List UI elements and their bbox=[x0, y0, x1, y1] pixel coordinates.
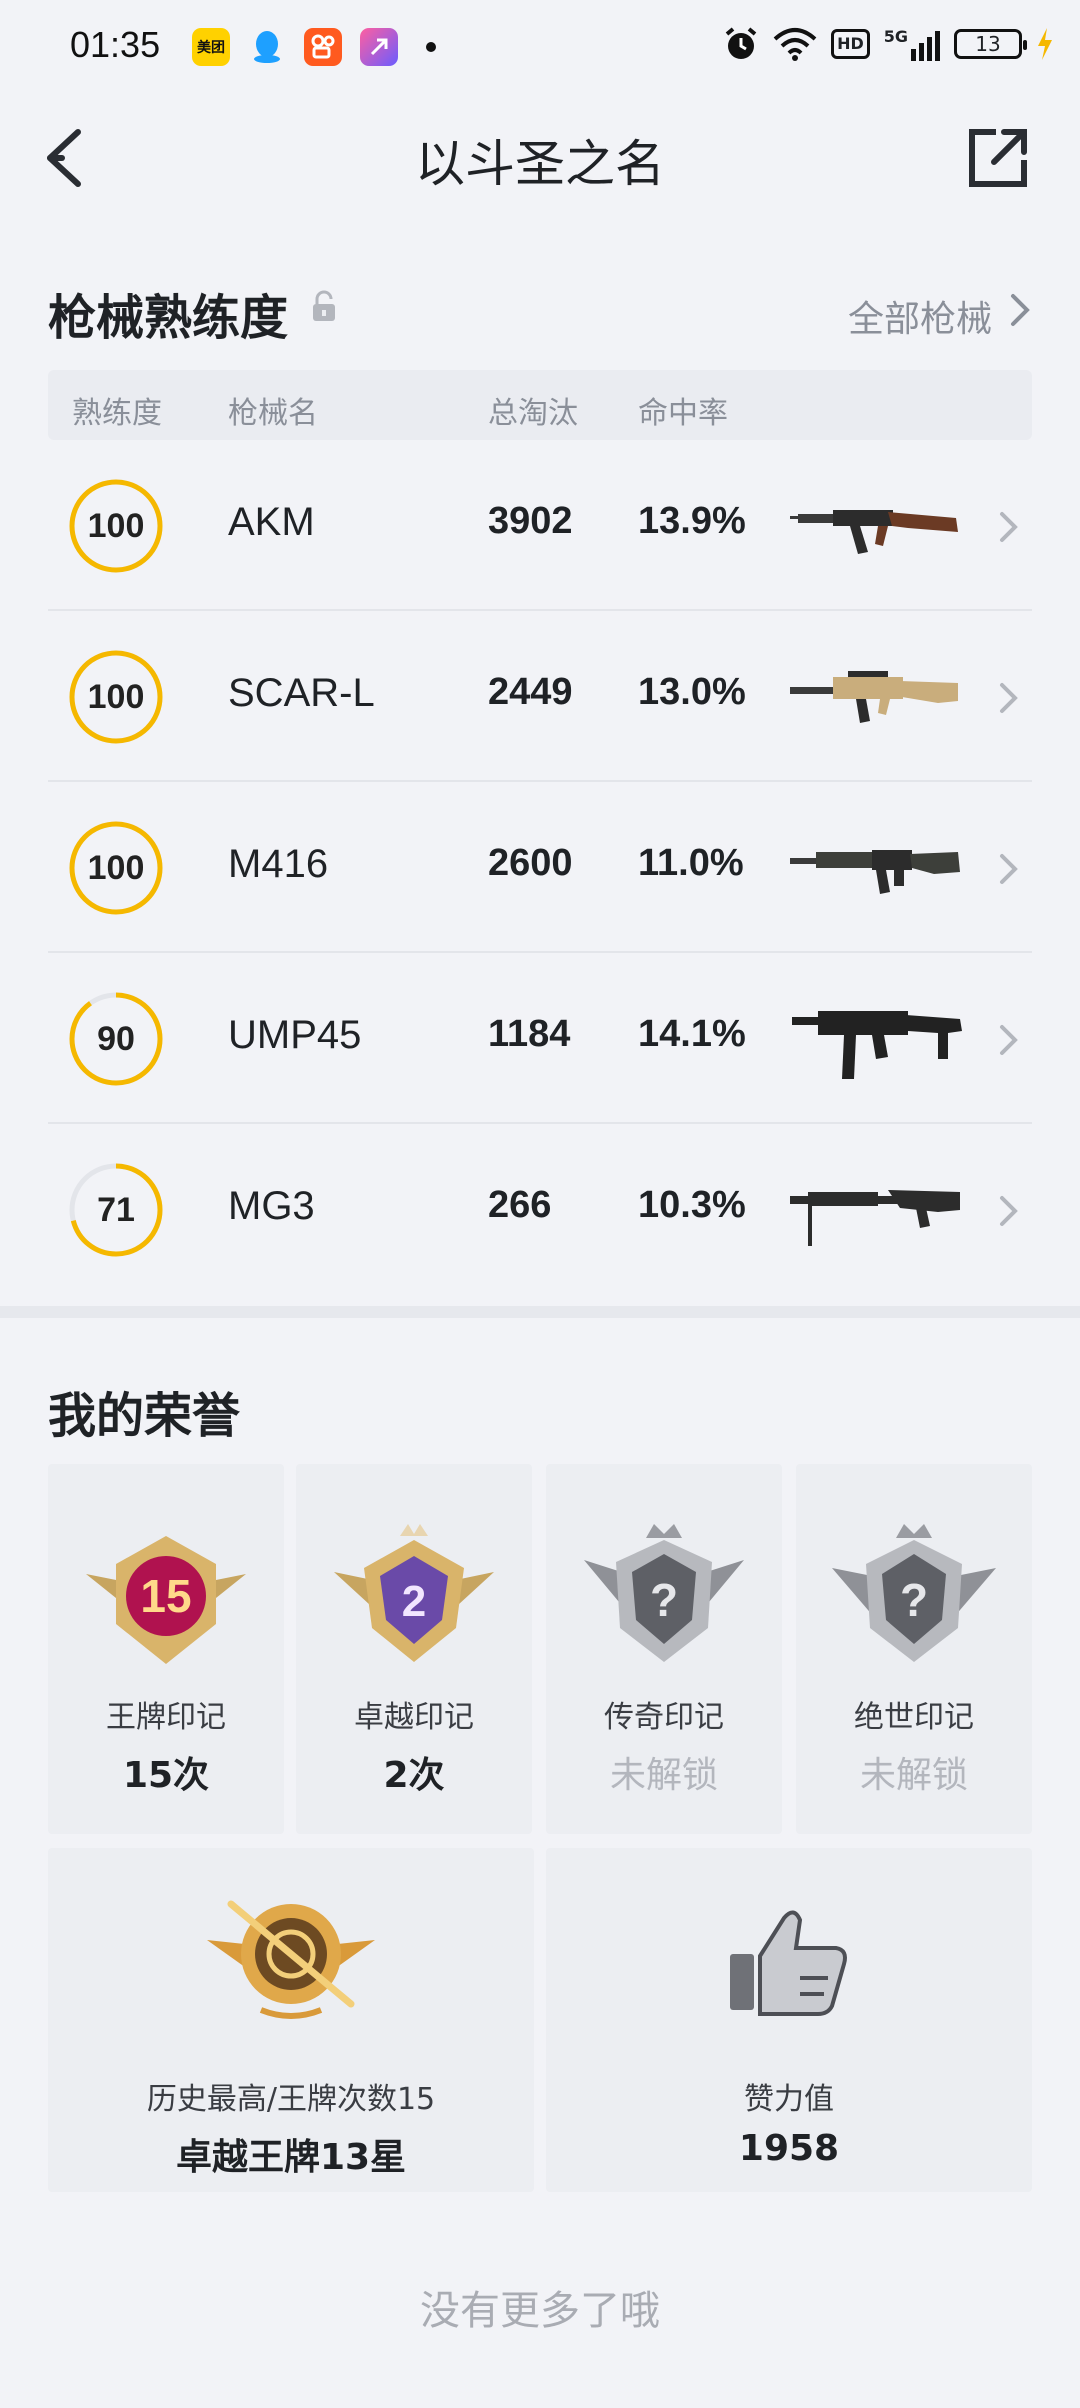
proficiency-value: 100 bbox=[87, 507, 145, 545]
weapon-name: SCAR-L bbox=[228, 671, 375, 715]
honor-card-ace[interactable]: 15 王牌印记 15次 bbox=[48, 1464, 284, 1834]
nav-header: 以斗圣之名 bbox=[0, 96, 1080, 226]
honor-card-peerless[interactable]: ? 绝世印记 未解锁 bbox=[796, 1464, 1032, 1834]
share-icon[interactable] bbox=[966, 126, 1030, 190]
honor-label: 绝世印记 bbox=[854, 1700, 974, 1735]
weapon-hit-rate: 11.0% bbox=[638, 842, 744, 884]
akm-gun-image bbox=[790, 510, 958, 554]
scar-l-gun-image bbox=[790, 671, 958, 723]
battery-indicator: 13 bbox=[954, 29, 1027, 59]
all-weapons-link[interactable]: 全部枪械 bbox=[848, 290, 992, 342]
weapon-table-header: 熟练度 枪械名 总淘汰 命中率 bbox=[48, 370, 1032, 440]
badge-text: ? bbox=[650, 1574, 678, 1626]
chevron-right-icon[interactable] bbox=[998, 1194, 1020, 1228]
weapon-section-title: 枪械熟练度 bbox=[48, 290, 289, 346]
column-weapon-name: 枪械名 bbox=[228, 396, 318, 431]
meituan-app-icon: 美团 bbox=[192, 28, 230, 66]
honor-card-highest-rank[interactable]: 历史最高/王牌次数15 卓越王牌13星 bbox=[48, 1848, 534, 2192]
shortcut-app-icon bbox=[360, 28, 398, 66]
no-more-text: 没有更多了哦 bbox=[420, 2288, 660, 2334]
page: 01:35 美团 HD 5G 13 以斗圣之名 枪械熟练度 全部枪械 熟练度 枪… bbox=[0, 0, 1080, 2408]
honor-label: 卓越印记 bbox=[354, 1700, 474, 1735]
weapon-kills: 2600 bbox=[488, 842, 573, 884]
weapon-row-scar-l[interactable]: 100 SCAR-L 2449 13.0% bbox=[48, 611, 1032, 782]
kuaishou-app-icon bbox=[304, 28, 342, 66]
alarm-icon bbox=[725, 27, 757, 59]
charging-icon bbox=[1038, 28, 1052, 60]
status-right: HD 5G 13 bbox=[723, 26, 1054, 62]
status-bar: 01:35 美团 HD 5G 13 bbox=[0, 0, 1080, 96]
weapon-name: UMP45 bbox=[228, 1013, 362, 1057]
page-title: 以斗圣之名 bbox=[415, 135, 665, 193]
honor-value: 卓越王牌13星 bbox=[175, 2137, 407, 2178]
honor-card-likes[interactable]: 赞力值 1958 bbox=[546, 1848, 1032, 2192]
honor-value: 未解锁 bbox=[859, 1755, 968, 1796]
thumbs-up-icon bbox=[730, 1910, 847, 2016]
column-total-kills: 总淘汰 bbox=[488, 396, 578, 431]
ump45-gun-image bbox=[792, 1011, 962, 1079]
mg3-gun-image bbox=[790, 1190, 960, 1246]
weapon-row-akm[interactable]: 100 AKM 3902 13.9% bbox=[48, 440, 1032, 611]
signal-icon: 5G bbox=[884, 27, 940, 61]
weapon-kills: 3902 bbox=[488, 500, 573, 542]
weapon-row-mg3[interactable]: 71 MG3 266 10.3% bbox=[48, 1124, 1032, 1295]
excellence-mark-badge-icon: 2 bbox=[334, 1524, 494, 1662]
weapon-kills: 2449 bbox=[488, 671, 573, 713]
honor-card-excellence[interactable]: 2 卓越印记 2次 bbox=[296, 1464, 532, 1834]
m416-gun-image bbox=[790, 850, 960, 894]
honor-label: 王牌印记 bbox=[106, 1700, 226, 1735]
chevron-right-icon[interactable] bbox=[998, 852, 1020, 886]
column-proficiency: 熟练度 bbox=[72, 396, 162, 431]
honor-card-legend[interactable]: ? 传奇印记 未解锁 bbox=[546, 1464, 782, 1834]
status-time: 01:35 bbox=[70, 24, 161, 65]
unlock-icon[interactable] bbox=[310, 290, 338, 324]
honor-label: 历史最高/王牌次数15 bbox=[146, 2082, 436, 2117]
chevron-right-icon[interactable] bbox=[998, 1023, 1020, 1057]
chevron-right-icon[interactable] bbox=[998, 510, 1020, 544]
weapon-hit-rate: 10.3% bbox=[638, 1184, 746, 1226]
weapon-name: M416 bbox=[228, 842, 329, 886]
section-divider bbox=[0, 1306, 1080, 1318]
peerless-mark-badge-icon: ? bbox=[832, 1524, 996, 1662]
rank-emblem-icon bbox=[207, 1900, 375, 2019]
badge-text: ? bbox=[900, 1574, 928, 1626]
honor-value: 1958 bbox=[738, 2128, 840, 2169]
proficiency-value: 100 bbox=[87, 678, 145, 716]
weapon-hit-rate: 13.9% bbox=[638, 500, 746, 542]
honor-value: 15次 bbox=[122, 1755, 210, 1796]
honor-label: 传奇印记 bbox=[604, 1700, 724, 1735]
weapon-section-header: 枪械熟练度 全部枪械 bbox=[48, 278, 1032, 348]
column-hit-rate: 命中率 bbox=[638, 396, 728, 431]
weapon-name: MG3 bbox=[228, 1184, 315, 1228]
hd-badge: HD bbox=[831, 29, 870, 59]
weapon-kills: 1184 bbox=[488, 1013, 571, 1055]
honor-section-title: 我的荣誉 bbox=[48, 1388, 241, 1444]
weapon-kills: 266 bbox=[488, 1184, 552, 1226]
qq-app-icon bbox=[248, 28, 286, 66]
weapon-hit-rate: 14.1% bbox=[638, 1013, 746, 1055]
weapon-hit-rate: 13.0% bbox=[638, 671, 746, 713]
wifi-icon bbox=[773, 28, 817, 61]
proficiency-value: 71 bbox=[97, 1191, 135, 1229]
chevron-right-icon[interactable] bbox=[998, 681, 1020, 715]
ace-mark-badge-icon: 15 bbox=[86, 1536, 246, 1664]
badge-text: 2 bbox=[402, 1577, 426, 1626]
honor-value: 未解锁 bbox=[609, 1755, 718, 1796]
weapon-row-ump45[interactable]: 90 UMP45 1184 14.1% bbox=[48, 953, 1032, 1124]
proficiency-value: 90 bbox=[97, 1020, 135, 1058]
honor-label: 赞力值 bbox=[744, 2082, 834, 2117]
honor-value: 2次 bbox=[383, 1755, 445, 1796]
weapon-row-m416[interactable]: 100 M416 2600 11.0% bbox=[48, 782, 1032, 953]
weapon-list: 100 AKM 3902 13.9% 100 SCAR-L 2449 13.0%… bbox=[48, 440, 1032, 1295]
badge-text: 15 bbox=[140, 1570, 191, 1622]
chevron-right-icon[interactable] bbox=[1008, 292, 1032, 328]
notification-apps: 美团 bbox=[192, 28, 436, 66]
weapon-name: AKM bbox=[228, 500, 315, 544]
legend-mark-badge-icon: ? bbox=[584, 1524, 744, 1662]
more-notifications-dot bbox=[426, 42, 436, 52]
proficiency-value: 100 bbox=[87, 849, 145, 887]
